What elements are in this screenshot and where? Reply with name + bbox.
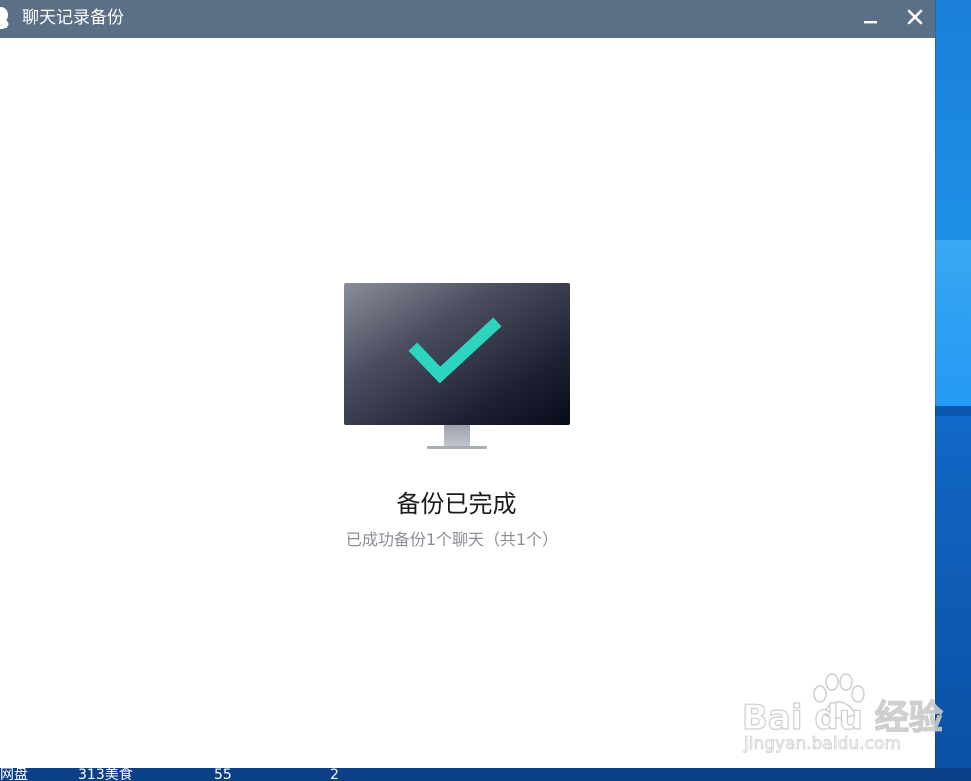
watermark-url: jingyan.baidu.com — [744, 734, 902, 755]
minimize-button[interactable] — [854, 3, 886, 33]
minimize-icon — [864, 21, 877, 24]
desktop-light-band — [935, 240, 971, 410]
strip-cell: 313美食 — [78, 768, 133, 781]
title-bar[interactable]: 聊天记录备份 — [0, 0, 935, 38]
close-icon — [907, 9, 923, 25]
window-title: 聊天记录备份 — [22, 8, 124, 28]
qq-penguin-icon — [0, 7, 9, 29]
watermark-logo: Bai du 经验 — [741, 697, 943, 738]
backup-summary-text: 已成功备份1个聊天（共1个） — [345, 530, 559, 549]
backup-dialog: 聊天记录备份 备份已完成 已成功备份1个聊天（共1个） Bai du 经验 ji… — [0, 0, 943, 768]
strip-cell: 55 — [214, 768, 232, 781]
backup-complete-heading: 备份已完成 — [396, 490, 517, 518]
strip-cell: 2 — [330, 768, 339, 781]
strip-cell: 网盘 — [0, 768, 28, 781]
close-button[interactable] — [899, 3, 931, 33]
monitor-checkmark-icon — [344, 283, 570, 449]
screen: 网盘 313美食 55 2 聊天记录备份 备份已完成 已成功备份1个聊天（共1个… — [0, 0, 971, 781]
baidu-jingyan-watermark: Bai du 经验 jingyan.baidu.com — [741, 672, 943, 760]
background-table-strip: 网盘 313美食 55 2 — [0, 768, 971, 781]
desktop-divider — [935, 406, 971, 416]
